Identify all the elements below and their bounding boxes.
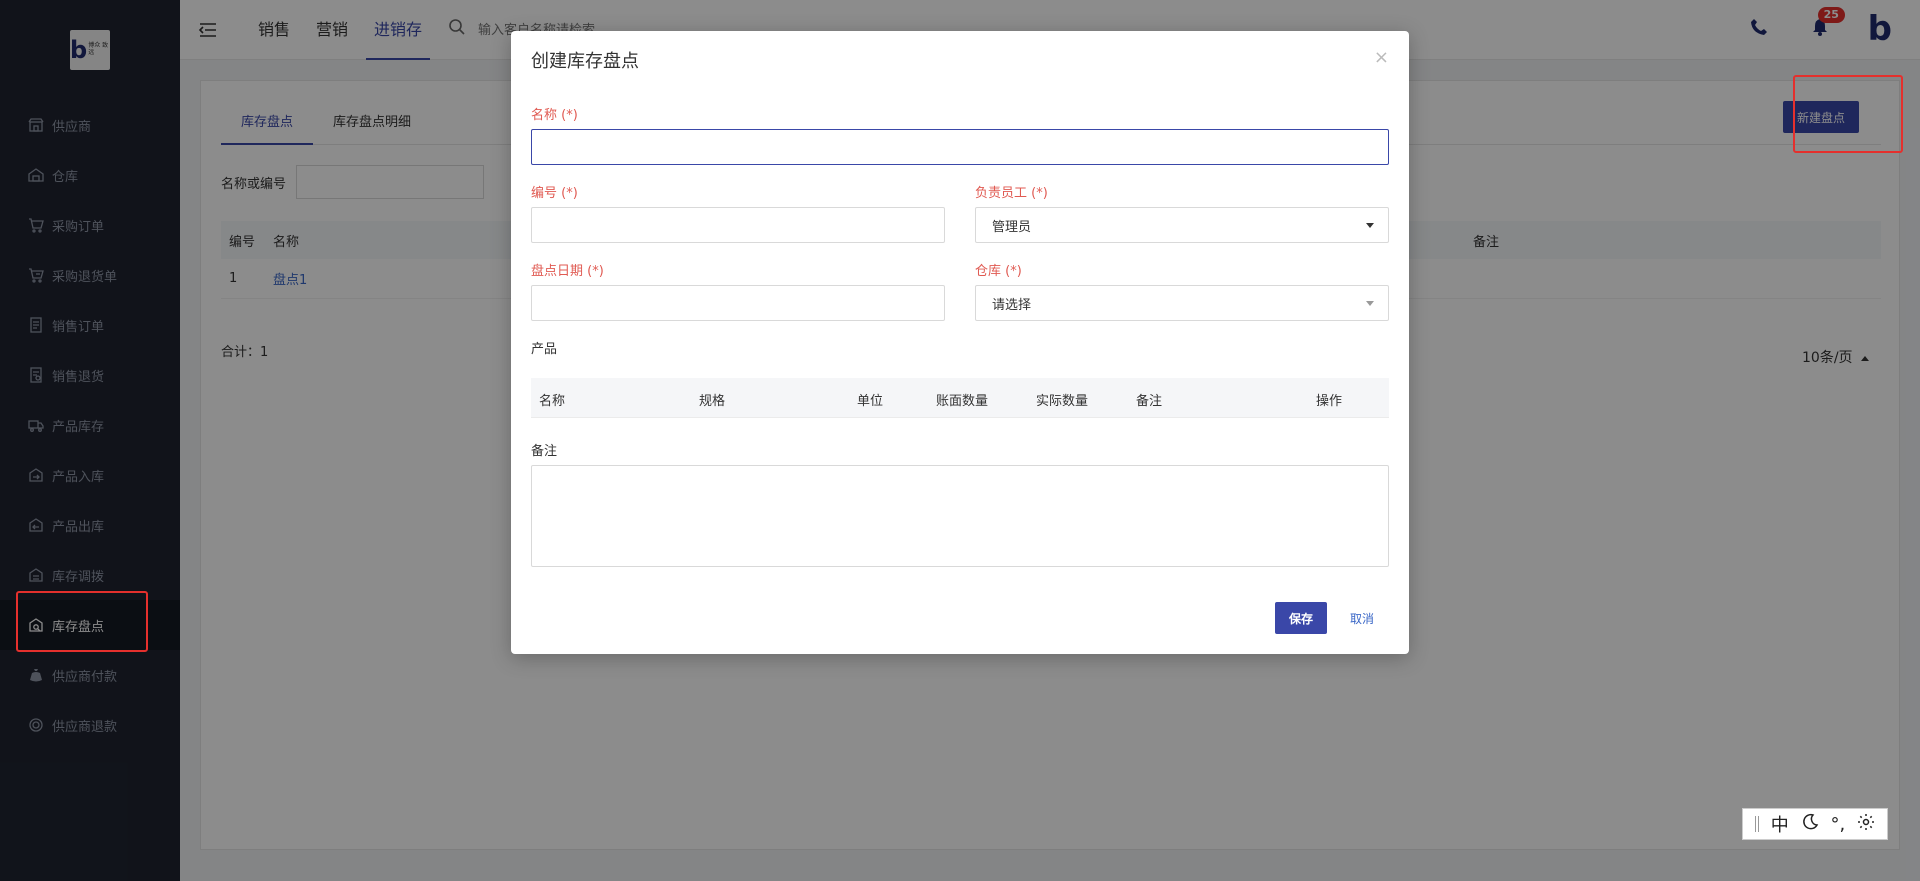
cancel-button[interactable]: 取消 xyxy=(1342,602,1382,634)
chevron-down-icon xyxy=(1366,223,1374,228)
close-icon[interactable]: × xyxy=(1374,47,1389,68)
name-input[interactable] xyxy=(531,129,1389,165)
create-inventory-check-modal: 创建库存盘点 × 名称 (*) 编号 (*) 负责员工 (*) 管理员 盘点日期… xyxy=(511,31,1409,654)
warehouse-select[interactable]: 请选择 xyxy=(975,285,1389,321)
number-label: 编号 (*) xyxy=(531,186,578,201)
highlight-box-sidebar xyxy=(16,591,148,652)
warehouse-placeholder: 请选择 xyxy=(992,297,1032,313)
column-header-actual-qty: 实际数量 xyxy=(1036,394,1089,409)
column-header-unit: 单位 xyxy=(857,394,884,409)
column-header-spec: 规格 xyxy=(699,394,726,409)
employee-label: 负责员工 (*) xyxy=(975,186,1048,201)
column-header-remark: 备注 xyxy=(1136,394,1163,409)
remark-textarea[interactable] xyxy=(531,465,1389,567)
ime-toolbar: 中 °, xyxy=(1742,808,1888,840)
column-header-name: 名称 xyxy=(539,394,566,409)
moon-icon[interactable] xyxy=(1801,813,1819,836)
employee-value: 管理员 xyxy=(992,219,1032,235)
products-table-header: 名称 规格 单位 账面数量 实际数量 备注 操作 xyxy=(531,378,1389,418)
number-input[interactable] xyxy=(531,207,945,243)
modal-title: 创建库存盘点 xyxy=(531,51,639,72)
save-button[interactable]: 保存 xyxy=(1275,602,1327,634)
name-label: 名称 (*) xyxy=(531,108,578,123)
date-label: 盘点日期 (*) xyxy=(531,264,604,279)
products-label: 产品 xyxy=(531,342,558,357)
column-header-actions: 操作 xyxy=(1316,394,1343,409)
warehouse-label: 仓库 (*) xyxy=(975,264,1022,279)
employee-select[interactable]: 管理员 xyxy=(975,207,1389,243)
punctuation-toggle[interactable]: °, xyxy=(1830,814,1845,835)
gear-icon[interactable] xyxy=(1857,813,1875,836)
highlight-box-new-button xyxy=(1793,75,1903,153)
remark-label: 备注 xyxy=(531,444,558,459)
drag-handle[interactable] xyxy=(1754,816,1759,832)
date-input[interactable] xyxy=(531,285,945,321)
chevron-down-icon xyxy=(1366,301,1374,306)
column-header-book-qty: 账面数量 xyxy=(936,394,989,409)
ime-mode-toggle[interactable]: 中 xyxy=(1771,811,1789,837)
